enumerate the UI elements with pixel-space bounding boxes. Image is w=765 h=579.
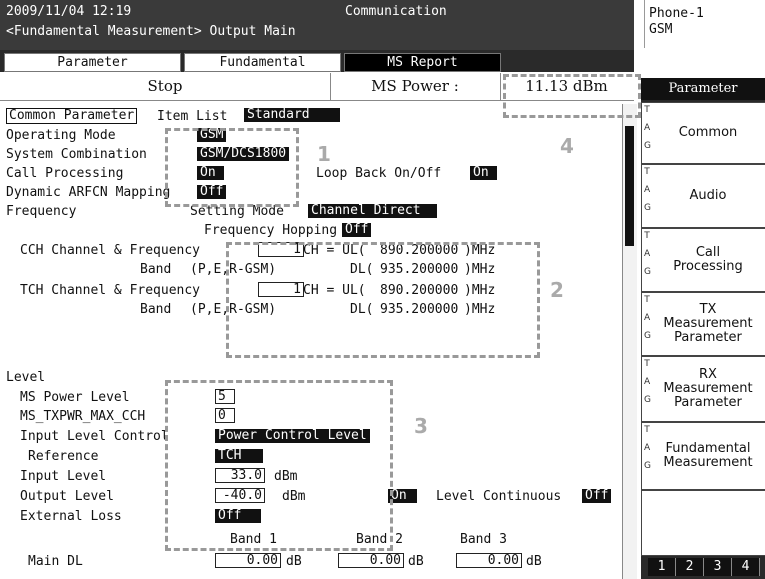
mode-text: Communication xyxy=(345,4,447,19)
db-unit: dB xyxy=(408,554,424,569)
side-button-call-processing[interactable]: TAG Call Processing xyxy=(641,228,765,292)
tch-band-label: Band xyxy=(140,302,172,317)
frequency-label: Frequency xyxy=(6,204,77,219)
breadcrumb: <Fundamental Measurement> Output Main xyxy=(6,24,296,39)
tag-letters: TAG xyxy=(644,295,651,341)
side-button-audio[interactable]: TAG Audio xyxy=(641,164,765,228)
input-level-label: Input Level xyxy=(20,469,107,484)
common-parameter-tab[interactable]: Common Parameter xyxy=(6,108,138,124)
setting-mode-select[interactable]: Channel Direct xyxy=(308,204,437,218)
callout-box-2 xyxy=(226,242,540,358)
cch-band-label: Band xyxy=(140,262,172,277)
side-button-common[interactable]: TAG Common xyxy=(641,102,765,164)
output-level-label: Output Level xyxy=(20,489,114,504)
external-loss-label: External Loss xyxy=(20,509,122,524)
page-3-button[interactable]: 3 xyxy=(704,558,732,576)
side-button-fundamental-measurement[interactable]: TAG Fundamental Measurement xyxy=(641,422,765,490)
callout-box-3 xyxy=(165,380,393,551)
page-4-button[interactable]: 4 xyxy=(732,558,760,576)
loop-back-label: Loop Back On/Off xyxy=(316,166,442,181)
ms-txpwr-label: MS_TXPWR_MAX_CCH xyxy=(20,409,146,424)
loop-back-select[interactable]: On xyxy=(470,166,497,180)
page-1-button[interactable]: 1 xyxy=(648,558,676,576)
level-label: Level xyxy=(6,370,46,385)
reference-label: Reference xyxy=(28,449,99,464)
main-dl-band3-input[interactable]: 0.00 xyxy=(456,553,522,568)
call-processing-label: Call Processing xyxy=(6,166,124,181)
phone-indicator: Phone-1 GSM xyxy=(644,0,765,48)
side-button-empty[interactable] xyxy=(641,490,765,556)
tab-parameter[interactable]: Parameter xyxy=(4,53,181,72)
tag-letters: TAG xyxy=(644,167,651,213)
tab-fundamental[interactable]: Fundamental xyxy=(184,53,341,72)
item-list-label: Item List xyxy=(157,109,228,124)
callout-box-4 xyxy=(503,74,641,118)
callout-number-2: 2 xyxy=(550,278,564,302)
side-button-tx-measurement[interactable]: TAG TX Measurement Parameter xyxy=(641,292,765,356)
callout-number-4: 4 xyxy=(560,134,574,158)
ms-power-label: MS Power : xyxy=(330,73,501,100)
tag-letters: TAG xyxy=(644,359,651,405)
callout-number-1: 1 xyxy=(317,142,331,166)
tch-channel-label: TCH Channel & Frequency xyxy=(20,283,201,298)
operating-mode-label: Operating Mode xyxy=(6,128,116,143)
vertical-scrollbar[interactable] xyxy=(622,104,637,579)
phone-label: Phone-1 xyxy=(649,6,704,21)
tab-ms-report[interactable]: MS Report xyxy=(344,53,501,72)
dynamic-arfcn-label: Dynamic ARFCN Mapping xyxy=(6,185,171,200)
tag-letters: TAG xyxy=(644,105,651,151)
system-label: GSM xyxy=(649,22,673,37)
system-combination-label: System Combination xyxy=(6,147,147,162)
callout-number-3: 3 xyxy=(414,414,428,438)
scrollbar-thumb[interactable] xyxy=(625,126,634,246)
level-continuous-label: Level Continuous xyxy=(436,489,562,504)
cch-channel-label: CCH Channel & Frequency xyxy=(20,243,201,258)
main-dl-band1-input[interactable]: 0.00 xyxy=(215,553,281,568)
ms-power-level-label: MS Power Level xyxy=(20,390,130,405)
side-button-rx-measurement[interactable]: TAG RX Measurement Parameter xyxy=(641,356,765,422)
callout-box-1 xyxy=(165,128,299,207)
band3-header: Band 3 xyxy=(460,532,507,547)
datetime-text: 2009/11/04 12:19 xyxy=(6,4,132,19)
tag-letters: TAG xyxy=(644,425,651,471)
page-2-button[interactable]: 2 xyxy=(676,558,704,576)
frequency-hopping-label: Frequency Hopping xyxy=(204,223,338,238)
frequency-hopping-select[interactable]: Off xyxy=(342,223,372,237)
page-selector: 1 2 3 4 xyxy=(648,558,760,576)
side-panel-header: Parameter xyxy=(641,78,765,100)
measurement-state: Stop xyxy=(0,73,331,100)
main-dl-band2-input[interactable]: 0.00 xyxy=(338,553,404,568)
tag-letters: TAG xyxy=(644,231,651,277)
db-unit: dB xyxy=(286,554,302,569)
item-list-select[interactable]: Standard xyxy=(244,108,340,122)
db-unit: dB xyxy=(526,554,542,569)
input-level-control-label: Input Level Control xyxy=(20,429,169,444)
level-continuous-select[interactable]: Off xyxy=(582,489,612,503)
main-dl-label: Main DL xyxy=(28,554,83,569)
status-header: 2009/11/04 12:19 Communication <Fundamen… xyxy=(0,0,634,50)
